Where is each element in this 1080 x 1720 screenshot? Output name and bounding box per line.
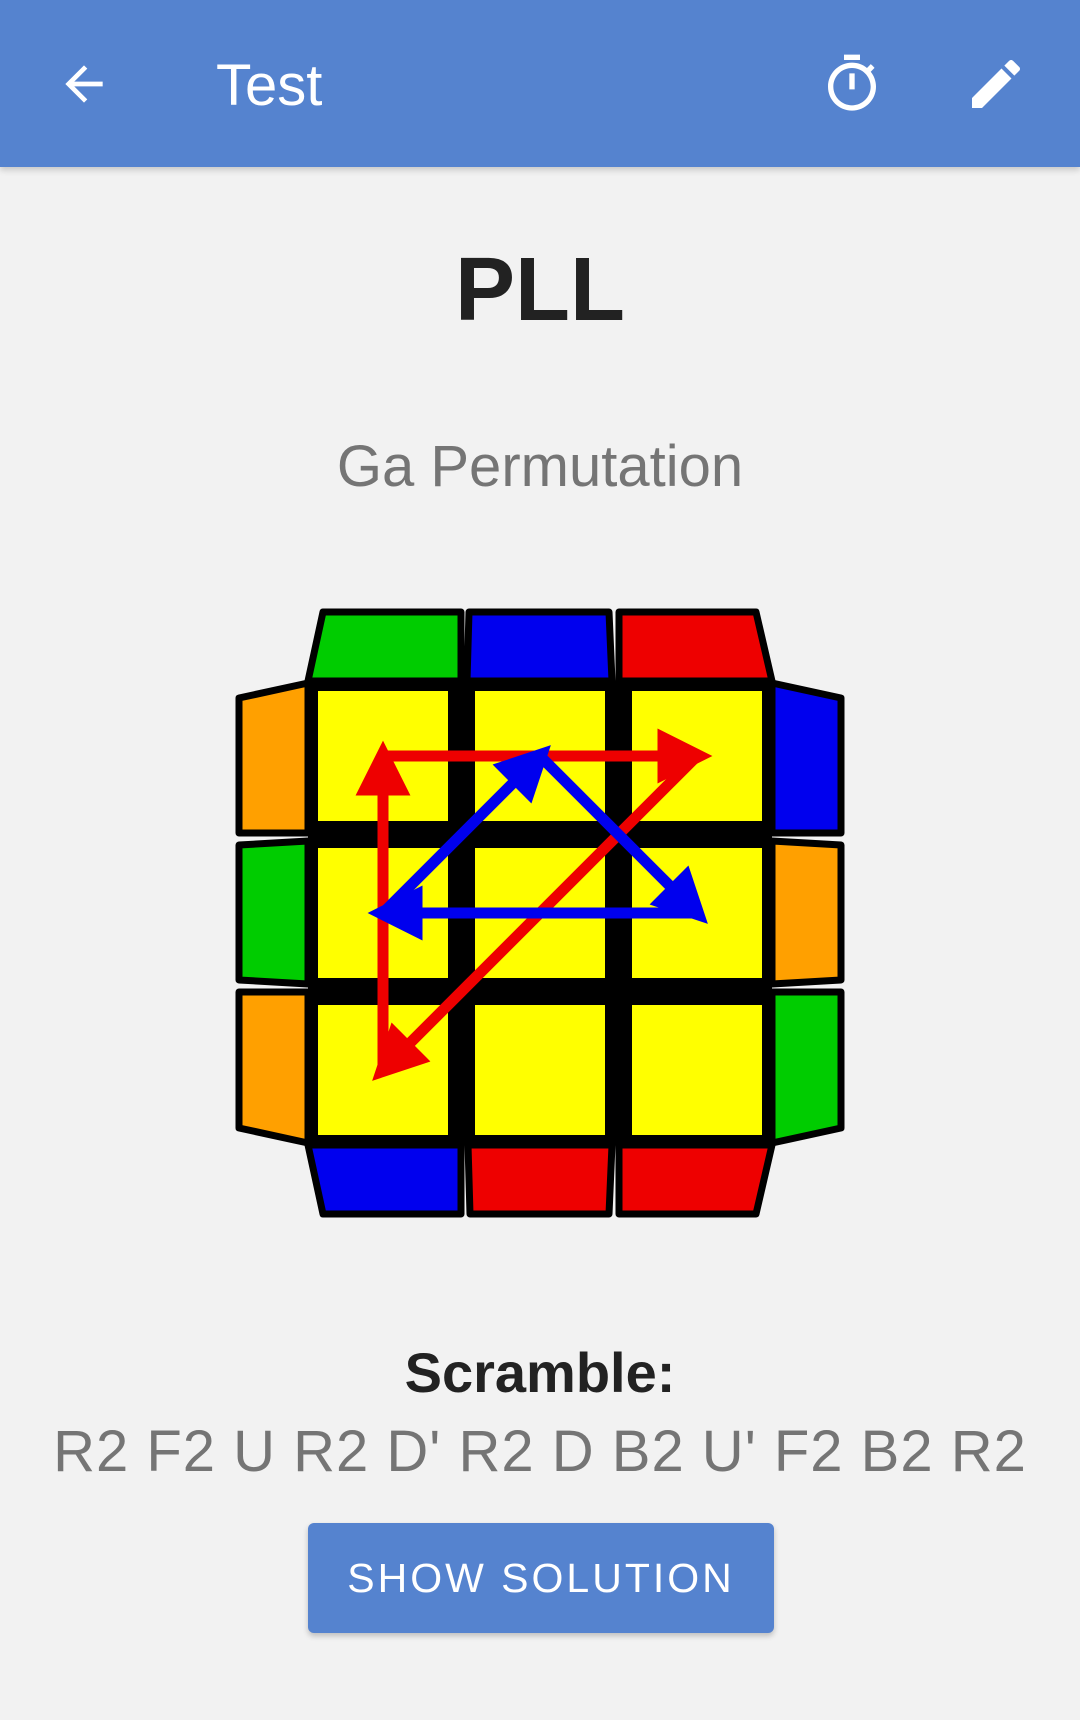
left-edge-sticker <box>235 837 312 988</box>
left-edge-sticker <box>235 988 312 1147</box>
front-edge-sticker <box>464 1141 616 1218</box>
arrow-back-icon <box>65 65 103 103</box>
front-edge-sticker <box>615 1141 776 1218</box>
back-edge-sticker <box>304 608 465 685</box>
top-face-sticker <box>632 1005 762 1135</box>
app-bar: Test <box>0 0 1080 167</box>
back-edge-sticker <box>463 608 616 685</box>
right-edge-sticker <box>768 988 845 1147</box>
scramble-label: Scramble: <box>404 1341 676 1404</box>
scramble-moves: R2 F2 U R2 D' R2 D B2 U' F2 B2 R2 <box>53 1419 1027 1484</box>
timer-icon <box>828 54 876 111</box>
timer-button[interactable] <box>811 43 893 125</box>
left-edge-sticker <box>235 679 312 837</box>
top-face-sticker <box>475 1005 605 1135</box>
app-bar-title: Test <box>216 53 323 118</box>
pencil-icon <box>972 59 1021 108</box>
front-edge-sticker <box>304 1141 465 1218</box>
case-group-title: PLL <box>455 240 625 340</box>
edit-button[interactable] <box>955 43 1037 125</box>
back-edge-sticker <box>615 608 776 685</box>
show-solution-button[interactable]: SHOW SOLUTION <box>308 1523 774 1633</box>
cube-diagram <box>235 608 845 1218</box>
case-name: Ga Permutation <box>336 434 744 499</box>
right-edge-sticker <box>768 837 845 988</box>
right-edge-sticker <box>768 679 845 837</box>
back-button[interactable] <box>43 43 125 125</box>
